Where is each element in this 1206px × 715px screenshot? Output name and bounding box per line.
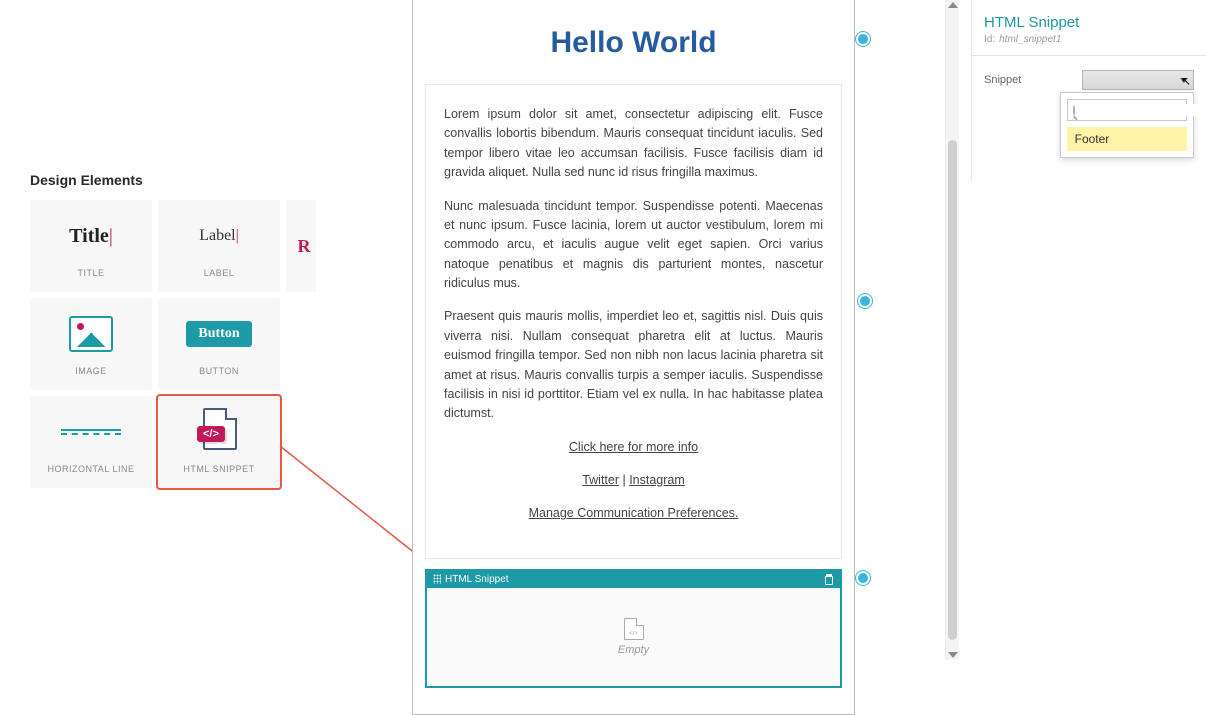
tile-label: TITLE [77,268,104,278]
tile-label: LABEL [204,268,235,278]
trash-icon[interactable] [824,574,834,585]
section-handle-icon[interactable] [856,571,870,585]
snippet-dropdown: | Footer [1060,92,1194,158]
design-tile-label[interactable]: Label| LABEL [158,200,280,292]
tile-label: BUTTON [199,366,239,376]
content-block[interactable]: Lorem ipsum dolor sit amet, consectetur … [425,84,842,559]
drag-handle-icon[interactable] [433,574,441,584]
image-preview-icon [30,312,152,356]
snippet-block-body[interactable]: Empty [427,588,840,686]
snippet-select-button[interactable] [1082,70,1194,90]
design-elements-heading: Design Elements [30,172,325,188]
email-canvas[interactable]: Hello World Lorem ipsum dolor sit amet, … [412,0,855,715]
horizontal-line-preview-icon [30,410,152,454]
properties-panel: HTML Snippet Id:html_snippet1 Snippet ↖ … [971,0,1206,180]
scroll-thumb[interactable] [948,140,957,640]
properties-id: Id:html_snippet1 [984,34,1194,45]
dropdown-search[interactable]: | [1067,99,1187,121]
section-handle-icon[interactable] [858,294,872,308]
scroll-down-icon[interactable] [948,652,958,658]
scroll-up-icon[interactable] [948,2,958,8]
canvas-area: Hello World Lorem ipsum dolor sit amet, … [412,0,955,660]
tile-label: HORIZONTAL LINE [47,464,134,474]
tile-label: IMAGE [75,366,107,376]
snippet-field-label: Snippet [984,70,1072,86]
design-elements-panel: Design Elements Title| TITLE Label| LABE… [30,172,325,488]
search-icon [1073,105,1075,116]
html-snippet-block[interactable]: HTML Snippet Empty [425,569,842,688]
hero-title[interactable]: Hello World [425,12,842,84]
empty-document-icon [624,618,644,640]
link-twitter[interactable]: Twitter [582,473,619,487]
design-tile-title[interactable]: Title| TITLE [30,200,152,292]
snippet-empty-label: Empty [618,644,649,656]
title-preview: Title| [30,214,152,258]
dropdown-option-footer[interactable]: Footer [1067,127,1187,151]
section-handle-icon[interactable] [856,32,870,46]
design-tile-button[interactable]: Button BUTTON [158,298,280,390]
divider [972,55,1206,56]
tile-label: HTML SNIPPET [183,464,254,474]
paragraph: Lorem ipsum dolor sit amet, consectetur … [444,105,823,183]
dropdown-search-input[interactable] [1080,104,1206,116]
link-separator: | [619,473,629,487]
paragraph: Nunc malesuada tincidunt tempor. Suspend… [444,197,823,294]
paragraph: Praesent quis mauris mollis, imperdiet l… [444,307,823,423]
button-preview: Button [158,312,280,356]
richtext-preview: R [292,224,316,268]
design-tile-richtext-partial[interactable]: R [286,200,316,292]
snippet-block-title: HTML Snippet [445,574,509,585]
html-snippet-preview-icon: </> [158,410,280,454]
snippet-select[interactable]: ↖ | Footer [1082,70,1194,90]
design-elements-grid: Title| TITLE Label| LABEL R IMAGE Button [30,200,325,488]
link-more-info[interactable]: Click here for more info [569,440,698,454]
link-instagram[interactable]: Instagram [629,473,685,487]
canvas-scrollbar[interactable] [945,0,959,660]
link-preferences[interactable]: Manage Communication Preferences. [529,506,739,520]
design-tile-horizontal-line[interactable]: HORIZONTAL LINE [30,396,152,488]
label-preview: Label| [158,214,280,258]
properties-title: HTML Snippet [984,14,1194,31]
design-tile-image[interactable]: IMAGE [30,298,152,390]
design-tile-html-snippet[interactable]: </> HTML SNIPPET [158,396,280,488]
snippet-block-header[interactable]: HTML Snippet [427,571,840,588]
